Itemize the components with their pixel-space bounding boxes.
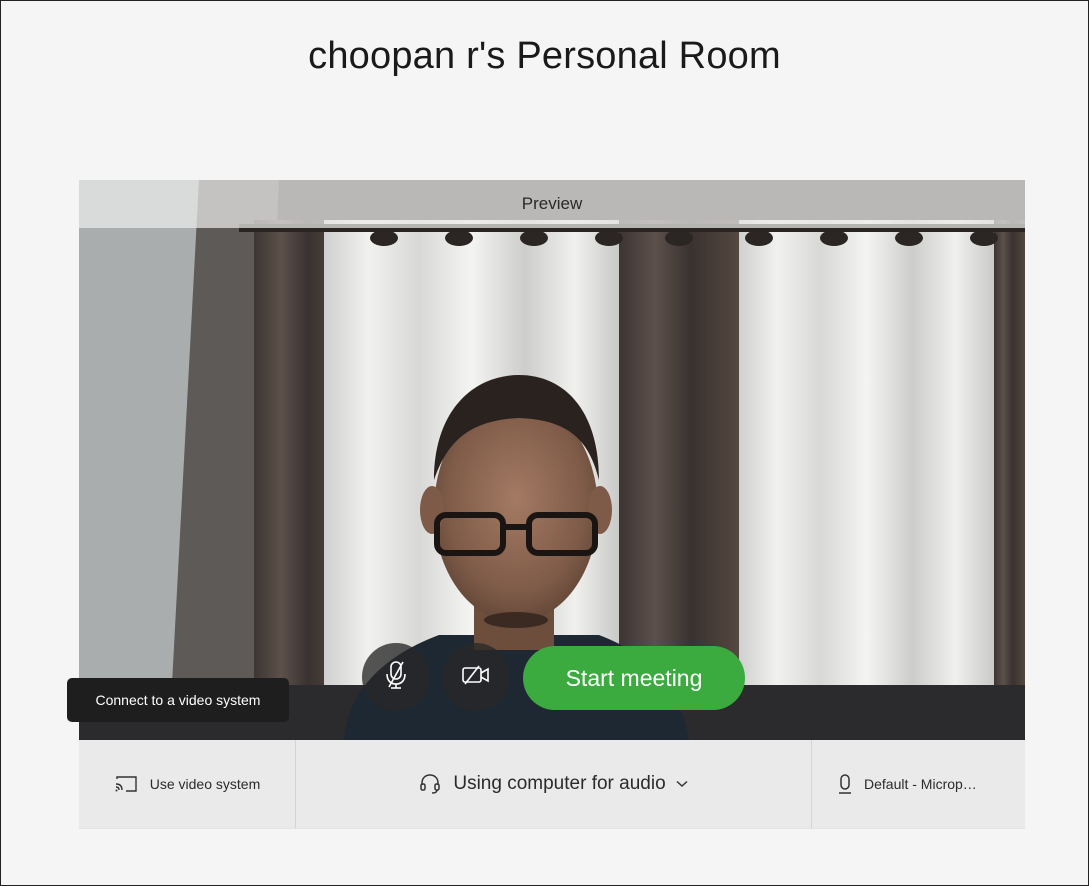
audio-video-settings-bar: Use video system Using computer for audi… [79,740,1025,828]
use-video-system-label: Use video system [149,776,261,792]
cast-icon [114,775,138,793]
video-toggle-button[interactable] [442,643,510,711]
audio-connection-dropdown[interactable]: Using computer for audio [296,740,812,828]
mute-button[interactable] [362,643,430,711]
audio-connection-label: Using computer for audio [453,773,666,794]
video-system-tooltip: Connect to a video system [67,678,289,722]
preview-label: Preview [79,180,1025,228]
page-title: choopan r's Personal Room [308,35,781,77]
use-video-system-button[interactable]: Use video system [79,740,296,828]
video-off-icon [461,664,491,691]
microphone-muted-icon [383,660,409,695]
start-meeting-button[interactable]: Start meeting [523,646,745,710]
microphone-label: Default - Microp… [864,776,977,792]
camera-preview: Preview Start meeting [79,180,1025,740]
microphone-select[interactable]: Default - Microp… [812,740,1025,828]
chevron-down-icon [676,780,688,788]
microphone-icon [838,773,852,795]
headset-icon [419,773,441,795]
